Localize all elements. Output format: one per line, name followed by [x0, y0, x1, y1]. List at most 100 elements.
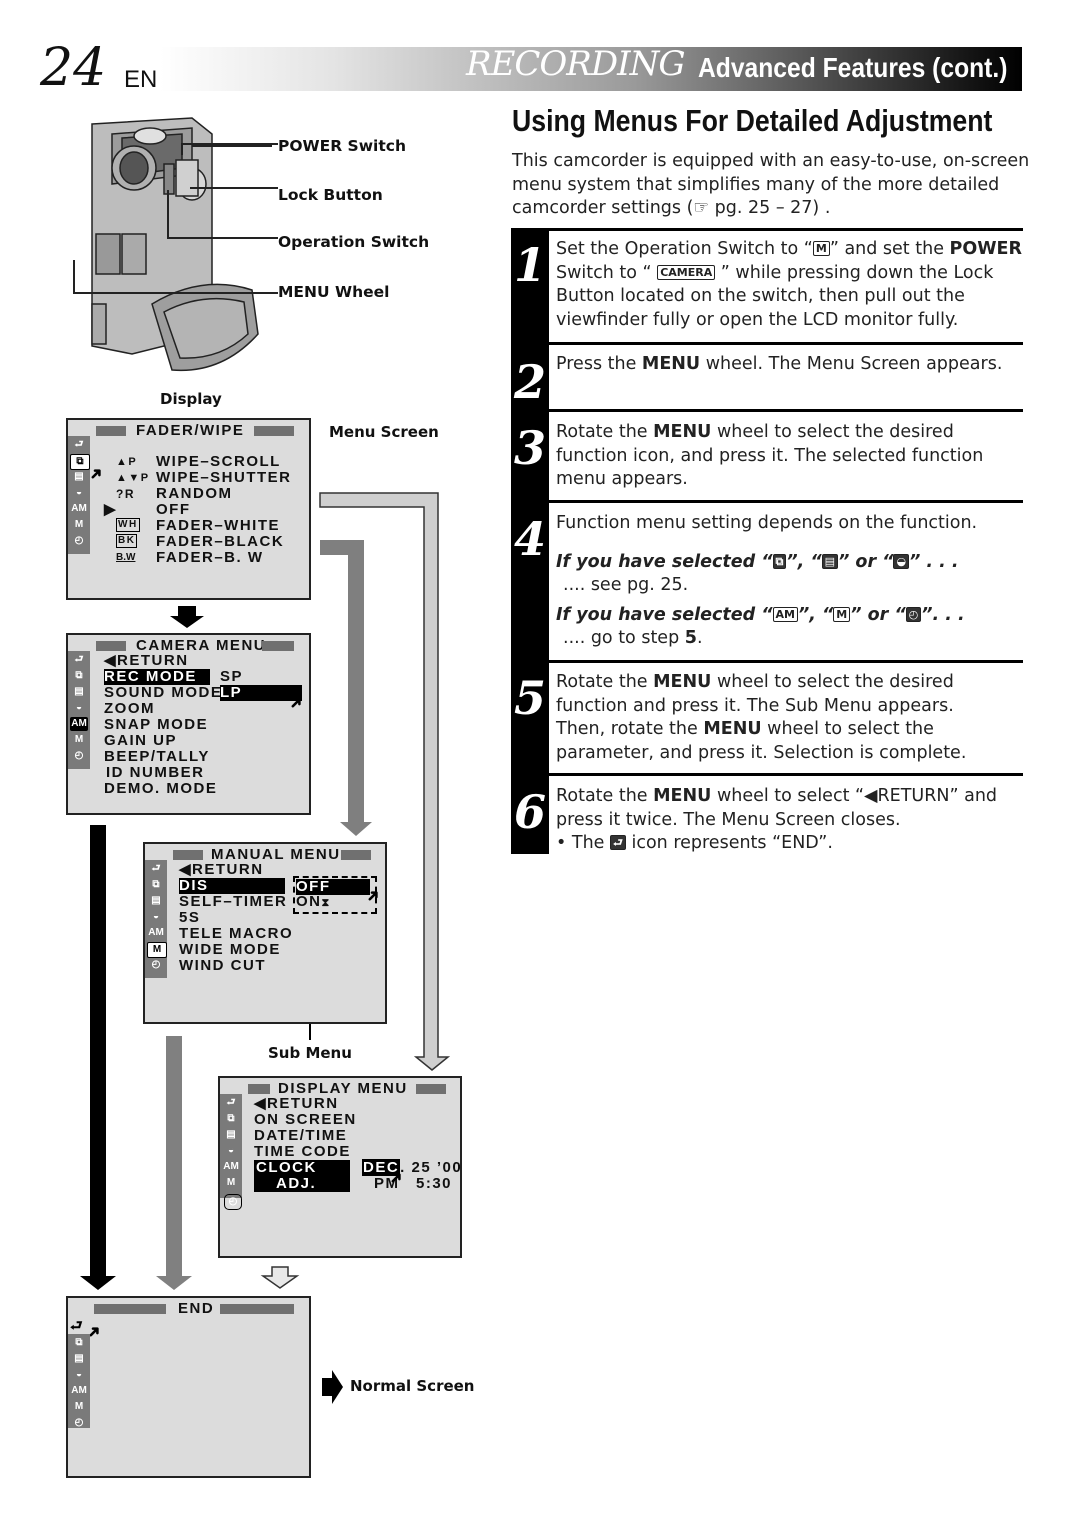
manual-menu-icon[interactable]: M [70, 518, 88, 532]
wipe-shutter-icon: ▲▼P [116, 472, 150, 484]
menu-item[interactable]: BEEP/TALLY [104, 749, 210, 765]
display-menu-icon[interactable]: ◴ [70, 749, 88, 763]
step-text: Function menu setting depends on the fun… [556, 513, 978, 533]
program-ae-icon[interactable]: ▤ [70, 1352, 88, 1366]
manual-menu-icon[interactable]: M [147, 942, 167, 958]
exposure-icon: ◒ [893, 554, 910, 569]
display-menu-icon[interactable]: ◴ [147, 958, 165, 972]
menu-item[interactable]: DEMO. MODE [104, 781, 217, 797]
normal-screen-arrow-icon [322, 1370, 343, 1404]
exposure-icon[interactable]: ◒ [147, 910, 165, 924]
fader-bw-icon: B.W [116, 552, 136, 563]
subsection-title: Advanced Features (cont.) [698, 52, 1008, 83]
manual-menu-icon[interactable]: M [70, 733, 88, 747]
menu-item-return[interactable]: ◀RETURN [254, 1096, 339, 1112]
menu-item-return[interactable]: ◀RETURN [179, 862, 264, 878]
menu-item[interactable]: SELF–TIMER [179, 894, 287, 910]
option-sp[interactable]: SP [220, 669, 243, 685]
step-number: 6 [513, 785, 546, 839]
camera-menu-icon: AM [772, 607, 798, 622]
date-rest[interactable]: . 25 ’00 [400, 1159, 462, 1176]
manual-mode-icon: M [812, 241, 830, 256]
menu-icon-strip: ⮐ ⧉ ▤ ◒ AM M [220, 1094, 242, 1198]
program-ae-icon[interactable]: ▤ [70, 685, 88, 699]
divider [549, 500, 1023, 503]
fader-black-icon: BK [116, 534, 138, 548]
step-text: Press the MENU wheel. The Menu Screen ap… [556, 354, 1003, 374]
divider [549, 409, 1023, 412]
menu-item-return[interactable]: ◀RETURN [104, 653, 189, 669]
arrow-manual-to-end [156, 1036, 192, 1290]
menu-item[interactable]: ID NUMBER [106, 765, 205, 781]
step-text: Set the Operation Switch to “M” and set … [556, 239, 1022, 330]
return-icon: ⮐ [226, 1097, 236, 1108]
divider [549, 660, 1023, 663]
fader-wipe-icon: ⧉ [772, 554, 787, 569]
menu-item[interactable]: FADER–BLACK [156, 534, 284, 550]
page-title: Using Menus For Detailed Adjustment [512, 103, 993, 138]
menu-item[interactable]: WIND CUT [179, 958, 266, 974]
normal-screen-label: Normal Screen [350, 1377, 475, 1395]
exposure-icon[interactable]: ◒ [70, 1368, 88, 1382]
arrow-to-camera-menu [170, 606, 204, 628]
fader-wipe-icon[interactable]: ⧉ [70, 669, 88, 683]
menu-item[interactable]: 5S [179, 910, 200, 926]
menu-item[interactable]: SNAP MODE [104, 717, 208, 733]
time-value[interactable]: 5:30 [416, 1176, 452, 1192]
manual-menu-icon[interactable]: M [70, 1400, 88, 1414]
fader-wipe-screen: FADER/WIPE ⮐ ⧉ ▤ ◒ AM M ◴ ➜ ▲P WIPE–SCRO… [66, 418, 311, 600]
end-screen: END ⮐ ➜ ⧉ ▤ ◒ AM M ◴ [66, 1296, 311, 1478]
exposure-icon[interactable]: ◒ [222, 1144, 240, 1158]
menu-item-selected[interactable]: REC MODE [104, 669, 210, 685]
menu-item[interactable]: OFF [156, 502, 191, 518]
camera-menu-icon[interactable]: AM [70, 502, 88, 516]
condition-1-result: .... see pg. 25. [563, 575, 689, 595]
step-number: 1 [513, 238, 546, 292]
step-text: Rotate the MENU wheel to select the desi… [556, 672, 967, 763]
menu-item[interactable]: TIME CODE [254, 1144, 351, 1160]
fader-wipe-icon[interactable]: ⧉ [147, 878, 165, 892]
program-ae-icon[interactable]: ▤ [147, 894, 165, 908]
camera-menu-screen: CAMERA MENU ⮐ ⧉ ▤ ◒ AM M ◴ ◀RETURN REC M… [66, 633, 311, 815]
return-icon: ⮐ [151, 863, 161, 874]
menu-item[interactable]: WIDE MODE [179, 942, 281, 958]
display-menu-icon: ◴ [905, 607, 922, 622]
option-on[interactable]: ON⧗ [296, 894, 331, 911]
fader-wipe-icon[interactable]: ⧉ [222, 1112, 240, 1126]
menu-icon-strip: ⧉ ▤ ◒ AM M ◴ [68, 1334, 90, 1428]
display-menu-icon[interactable]: ◴ [70, 534, 88, 548]
fader-wipe-icon[interactable]: ⧉ [70, 454, 90, 470]
selected-pointer-icon: ▶ [104, 501, 118, 518]
option-on-label: ON [296, 893, 322, 910]
menu-item[interactable]: WIPE–SHUTTER [156, 470, 292, 486]
menu-item[interactable]: SOUND MODE [104, 685, 222, 701]
exposure-icon[interactable]: ◒ [70, 701, 88, 715]
exposure-icon[interactable]: ◒ [70, 486, 88, 500]
camera-menu-icon[interactable]: AM [147, 926, 165, 940]
menu-item[interactable]: TELE MACRO [179, 926, 293, 942]
menu-item[interactable]: DATE/TIME [254, 1128, 347, 1144]
menu-item[interactable]: GAIN UP [104, 733, 177, 749]
camera-menu-icon[interactable]: AM [70, 1384, 88, 1398]
menu-item[interactable]: ZOOM [104, 701, 155, 717]
divider [549, 342, 1023, 345]
menu-item[interactable]: FADER–WHITE [156, 518, 280, 534]
fader-wipe-icon[interactable]: ⧉ [70, 1336, 88, 1350]
step-number: 2 [513, 355, 546, 409]
camera-menu-icon[interactable]: AM [70, 717, 88, 731]
program-ae-icon[interactable]: ▤ [222, 1128, 240, 1142]
condition-1: If you have selected “⧉”, “▤” or “◒” . .… [556, 552, 959, 572]
step-text: Rotate the MENU wheel to select “◀RETURN… [556, 786, 998, 853]
step-number: 5 [513, 671, 546, 725]
menu-item[interactable]: RANDOM [156, 486, 233, 502]
end-return-icon: ⮐ [610, 835, 626, 850]
manual-menu-icon[interactable]: M [222, 1176, 240, 1190]
menu-item[interactable]: FADER–B. W [156, 550, 264, 566]
menu-item-selected[interactable]: DIS [179, 878, 285, 894]
camera-mode-icon: CAMERA [657, 264, 716, 280]
menu-item[interactable]: ON SCREEN [254, 1112, 357, 1128]
camera-menu-icon[interactable]: AM [222, 1160, 240, 1174]
display-menu-icon[interactable]: ◴ [224, 1194, 242, 1210]
menu-item[interactable]: WIPE–SCROLL [156, 454, 281, 470]
display-menu-icon[interactable]: ◴ [70, 1416, 88, 1430]
